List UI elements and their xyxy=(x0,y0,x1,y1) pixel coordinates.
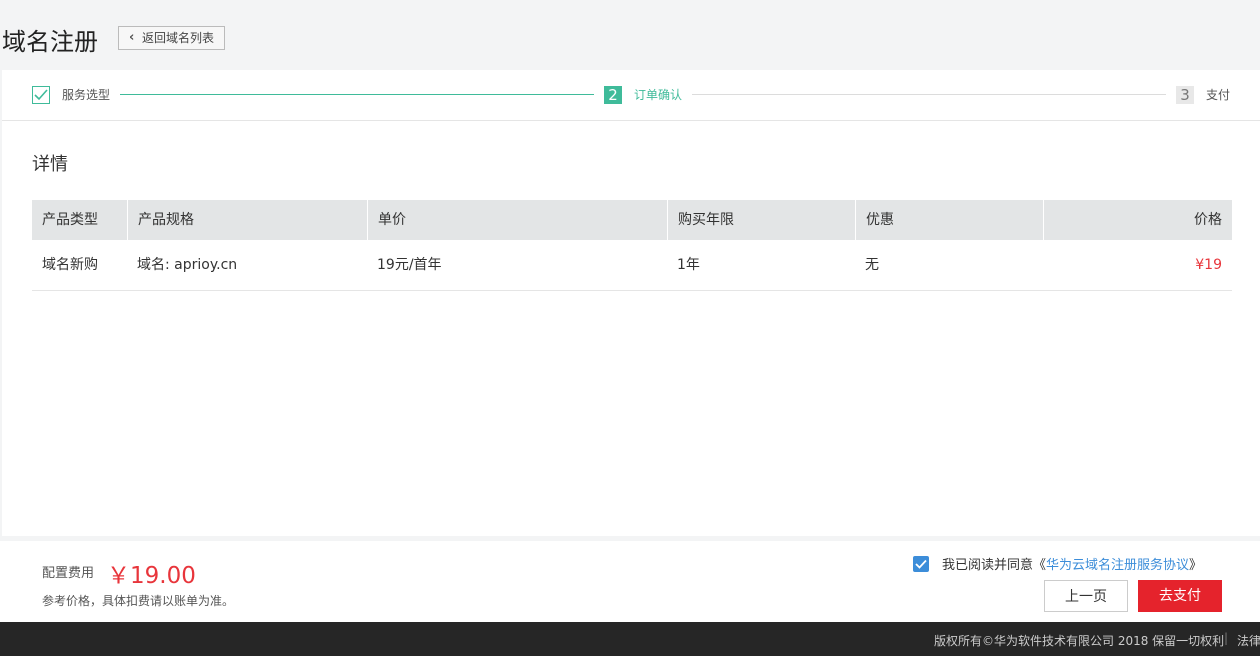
details-title: 详情 xyxy=(32,154,68,175)
agreement-prefix: 我已阅读并同意《 xyxy=(942,558,1047,573)
back-to-domain-list-button[interactable]: ‹ 返回域名列表 xyxy=(118,26,225,50)
agreement-suffix: 》 xyxy=(1189,558,1203,573)
step-3-label: 支付 xyxy=(1206,88,1231,102)
footer-separator: | xyxy=(1224,631,1229,645)
copyright-text: 版权所有©华为软件技术有限公司 2018 保留一切权利 xyxy=(934,634,1225,648)
previous-page-button[interactable]: 上一页 xyxy=(1044,580,1128,612)
back-button-label: 返回域名列表 xyxy=(142,31,215,45)
column-header-discount: 优惠 xyxy=(855,200,1043,240)
agreement-text: 我已阅读并同意《华为云域名注册服务协议》 xyxy=(942,554,1202,573)
step-connector-2 xyxy=(692,94,1166,95)
cell-price: ¥19 xyxy=(1195,257,1222,273)
step-1-check-icon xyxy=(32,86,50,104)
fee-label: 配置费用 xyxy=(42,566,95,581)
step-connector-1 xyxy=(120,94,594,95)
order-summary-bar: 配置费用 ￥19.00 参考价格，具体扣费请以账单为准。 我已阅读并同意《华为云… xyxy=(0,541,1260,622)
step-2-label: 订单确认 xyxy=(634,88,683,102)
agreement-link[interactable]: 华为云域名注册服务协议 xyxy=(1046,558,1189,573)
column-header-spec: 产品规格 xyxy=(127,200,367,240)
cell-unit-price: 19元/首年 xyxy=(377,257,442,273)
column-header-type: 产品类型 xyxy=(42,212,98,228)
cell-years: 1年 xyxy=(677,257,700,273)
page-header: 域名注册 ‹ 返回域名列表 xyxy=(0,0,1260,70)
step-2-number: 2 xyxy=(604,86,622,104)
main-panel: 服务选型 2 订单确认 3 支付 详情 产品类型 产品规格 单价 购买年限 优惠… xyxy=(2,70,1260,536)
column-header-years: 购买年限 xyxy=(667,200,855,240)
agreement-checkbox[interactable] xyxy=(913,556,929,572)
go-pay-button[interactable]: 去支付 xyxy=(1138,580,1222,612)
step-3-number: 3 xyxy=(1176,86,1194,104)
column-header-price: 价格 xyxy=(1043,200,1232,240)
order-details-table: 产品类型 产品规格 单价 购买年限 优惠 价格 域名新购 域名: aprioy.… xyxy=(32,200,1232,291)
step-1-label: 服务选型 xyxy=(62,88,111,102)
checkbox-checked-icon xyxy=(915,559,927,569)
table-row: 域名新购 域名: aprioy.cn 19元/首年 1年 无 ¥19 xyxy=(32,240,1232,291)
chevron-left-icon: ‹ xyxy=(129,30,135,45)
page-title: 域名注册 xyxy=(2,28,98,56)
fee-amount: ￥19.00 xyxy=(107,563,196,589)
progress-steps: 服务选型 2 订单确认 3 支付 xyxy=(2,70,1260,121)
page-footer: 版权所有©华为软件技术有限公司 2018 保留一切权利 | 法律 xyxy=(0,622,1260,656)
column-header-unit-price: 单价 xyxy=(367,200,667,240)
legal-link[interactable]: 法律 xyxy=(1237,632,1260,649)
cell-spec: 域名: aprioy.cn xyxy=(137,257,238,273)
fee-note: 参考价格，具体扣费请以账单为准。 xyxy=(42,594,235,608)
cell-type: 域名新购 xyxy=(42,257,98,273)
table-header: 产品类型 产品规格 单价 购买年限 优惠 价格 xyxy=(32,200,1232,240)
cell-discount: 无 xyxy=(865,257,879,273)
